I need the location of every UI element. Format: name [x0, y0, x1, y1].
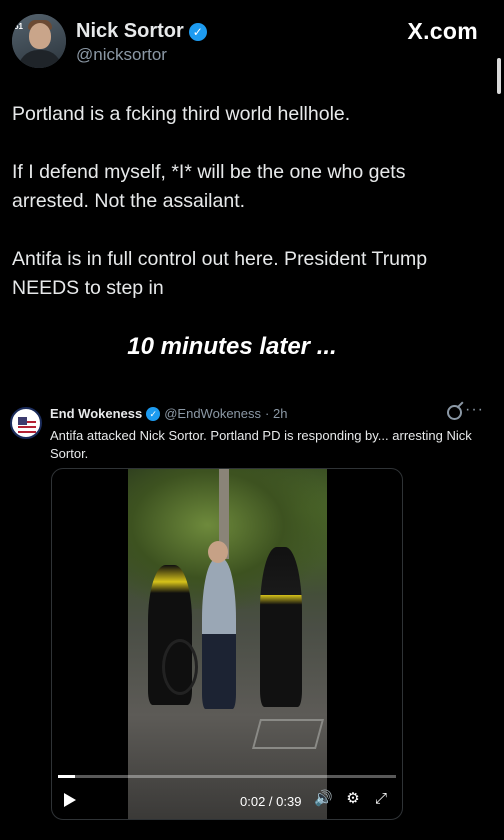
- video-player[interactable]: 0:02 / 0:39 🔊 ⚙ ⤢: [51, 468, 403, 820]
- video-progress-bar[interactable]: [58, 775, 396, 778]
- more-options-icon[interactable]: ···: [465, 401, 484, 419]
- tweet-paragraph: Portland is a fcking third world hellhol…: [12, 103, 351, 125]
- overlay-caption: 10 minutes later ...: [127, 333, 337, 360]
- tweet-paragraph: Antifa is in full control out here. Pres…: [12, 248, 428, 299]
- tweet-paragraph: If I defend myself, *I* will be the one …: [12, 161, 406, 212]
- play-icon[interactable]: [64, 793, 76, 807]
- grok-icon[interactable]: [447, 405, 462, 420]
- author-name-row[interactable]: Nick Sortor ✓: [76, 20, 207, 43]
- author-display-name[interactable]: Nick Sortor: [76, 20, 184, 43]
- author-handle[interactable]: @nicksortor: [76, 45, 167, 65]
- volume-icon[interactable]: 🔊: [314, 790, 333, 808]
- tweet-body: Portland is a fcking third world hellhol…: [12, 100, 482, 332]
- quoted-tweet-text: Antifa attacked Nick Sortor. Portland PD…: [50, 428, 472, 461]
- quoted-author-avatar[interactable]: [10, 407, 42, 439]
- scrollbar[interactable]: [497, 58, 501, 94]
- verified-badge-icon: ✓: [188, 22, 207, 41]
- avatar-sticker: 51: [14, 22, 23, 31]
- video-progress-fill: [58, 775, 75, 778]
- quoted-timestamp[interactable]: · 2h: [265, 406, 287, 421]
- quoted-tweet[interactable]: End Wokeness ✓ @EndWokeness · 2h ··· Ant…: [0, 395, 504, 840]
- quoted-display-name[interactable]: End Wokeness: [50, 406, 142, 421]
- tweet-header: 51 Nick Sortor ✓ @nicksortor X.com: [0, 0, 504, 94]
- author-avatar[interactable]: 51: [12, 14, 66, 68]
- quoted-handle[interactable]: @EndWokeness: [164, 406, 261, 421]
- video-time: 0:02 / 0:39: [240, 794, 302, 809]
- verified-badge-icon: ✓: [146, 406, 161, 421]
- video-frame: [128, 469, 327, 819]
- settings-icon[interactable]: ⚙: [344, 790, 362, 808]
- quoted-author-row: End Wokeness ✓ @EndWokeness · 2h: [50, 406, 287, 421]
- brand-watermark: X.com: [407, 18, 478, 44]
- fullscreen-icon[interactable]: ⤢: [372, 790, 390, 808]
